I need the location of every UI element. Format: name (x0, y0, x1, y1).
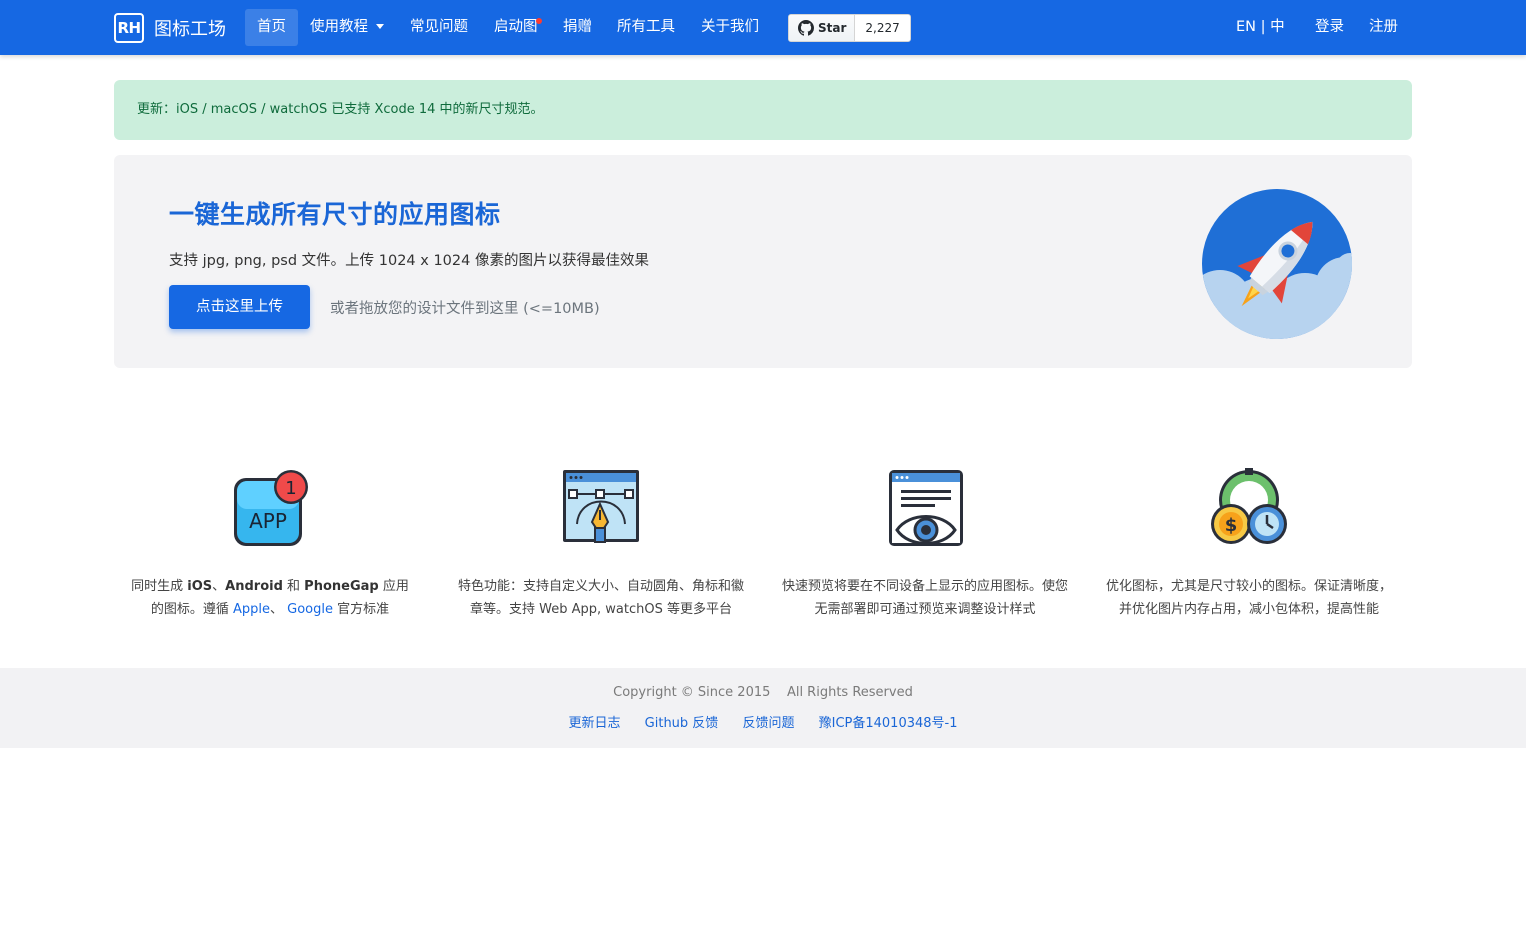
feature-card-optimize: $ 优化图标，尤其是尺寸较小的图标。保证清晰度，并优化图片内存占用，减小包体积，… (1104, 466, 1394, 621)
brand-link[interactable]: RH 图标工场 (114, 13, 226, 43)
feature-app-text-1: 同时生成 (131, 579, 188, 594)
rights-text: All Rights Reserved (786, 685, 913, 700)
chevron-down-icon (376, 24, 384, 29)
github-feedback-link[interactable]: Github 反馈 (645, 716, 719, 731)
copyright-text: Copyright © Since 2015 (613, 685, 771, 700)
top-navbar: RH 图标工场 首页 使用教程 常见问题 启动图 捐赠 所有工具 关于我们 St… (0, 0, 1526, 55)
feature-app-ios: iOS (187, 579, 213, 594)
nav-faq[interactable]: 常见问题 (398, 9, 480, 46)
feature-card-preview: 快速预览将要在不同设备上显示的应用图标。使您无需部署即可通过预览来调整设计样式 (780, 466, 1070, 621)
github-star-button[interactable]: Star (789, 15, 856, 41)
nav-home[interactable]: 首页 (245, 9, 298, 46)
icp-license-link[interactable]: 豫ICP备14010348号-1 (819, 716, 958, 731)
github-star-count[interactable]: 2,227 (855, 15, 910, 41)
feature-app-text-3: 和 (282, 579, 305, 594)
brand-name: 图标工场 (154, 19, 226, 40)
hero-title: 一键生成所有尺寸的应用图标 (169, 200, 501, 229)
hero-subtitle: 支持 jpg, png, psd 文件。上传 1024 x 1024 像素的图片… (169, 253, 649, 269)
feature-app-text-6: 官方标准 (333, 601, 390, 617)
feature-card-custom: 特色功能：支持自定义大小、自动圆角、角标和徽章等。支持 Web App, wat… (456, 466, 746, 621)
feature-desc-optimize: 优化图标，尤其是尺寸较小的图标。保证清晰度，并优化图片内存占用，减小包体积，提高… (1105, 579, 1392, 617)
design-pen-icon (563, 470, 639, 543)
feature-desc-preview: 快速预览将要在不同设备上显示的应用图标。使您无需部署即可通过预览来调整设计样式 (781, 579, 1068, 617)
notification-dot-icon (535, 18, 542, 24)
rocket-icon (1202, 189, 1352, 339)
github-star-label: Star (818, 21, 847, 35)
google-guidelines-link[interactable]: Google (287, 602, 333, 617)
badge-count: 1 (285, 478, 296, 499)
upload-hero[interactable]: 一键生成所有尺寸的应用图标 支持 jpg, png, psd 文件。上传 102… (114, 155, 1412, 368)
feature-desc-custom: 特色功能：支持自定义大小、自动圆角、角标和徽章等。支持 Web App, wat… (457, 579, 744, 617)
changelog-link[interactable]: 更新日志 (569, 716, 621, 731)
feature-card-app: APP 1 同时生成 iOS、Android 和 PhoneGap 应用的图标。… (125, 466, 415, 621)
drop-zone-hint: 或者拖放您的设计文件到这里 (<=10MB) (330, 301, 600, 317)
nav-about[interactable]: 关于我们 (689, 9, 771, 46)
update-alert: 更新：iOS / macOS / watchOS 已支持 Xcode 14 中的… (114, 80, 1412, 140)
nav-tutorials-dropdown[interactable]: 使用教程 (298, 9, 396, 46)
app-icon: APP 1 (234, 470, 308, 546)
feature-app-text-2: 、 (212, 579, 226, 594)
app-icon-label: APP (249, 509, 287, 533)
upload-button[interactable]: 点击这里上传 (169, 285, 310, 329)
nav-launch-image[interactable]: 启动图 (482, 9, 550, 46)
optimize-gauge-icon: $ (1211, 468, 1287, 544)
login-link[interactable]: 登录 (1315, 9, 1344, 46)
nav-launch-image-label: 启动图 (494, 19, 538, 35)
register-link[interactable]: 注册 (1369, 9, 1398, 46)
language-switch[interactable]: EN | 中 (1236, 9, 1285, 46)
brand-logo-icon: RH (114, 13, 144, 43)
feature-desc-app: 同时生成 iOS、Android 和 PhoneGap 应用的图标。遵循 App… (125, 576, 415, 621)
feature-app-phonegap: PhoneGap (304, 579, 379, 594)
nav-all-tools[interactable]: 所有工具 (605, 9, 687, 46)
footer-links: 更新日志 Github 反馈 反馈问题 豫ICP备14010348号-1 (0, 712, 1526, 731)
preview-eye-icon (889, 470, 963, 546)
github-star-widget[interactable]: Star 2,227 (788, 14, 911, 42)
feature-app-android: Android (225, 579, 283, 594)
footer-copyright: Copyright © Since 2015 All Rights Reserv… (0, 685, 1526, 700)
svg-text:$: $ (1225, 515, 1238, 536)
feature-app-text-5: 、 (270, 601, 288, 617)
nav-donate[interactable]: 捐赠 (551, 9, 604, 46)
apple-guidelines-link[interactable]: Apple (233, 602, 270, 617)
page-footer: Copyright © Since 2015 All Rights Reserv… (0, 668, 1526, 748)
feedback-link[interactable]: 反馈问题 (742, 716, 794, 731)
nav-tutorials-label: 使用教程 (310, 19, 368, 35)
github-icon (798, 20, 814, 36)
